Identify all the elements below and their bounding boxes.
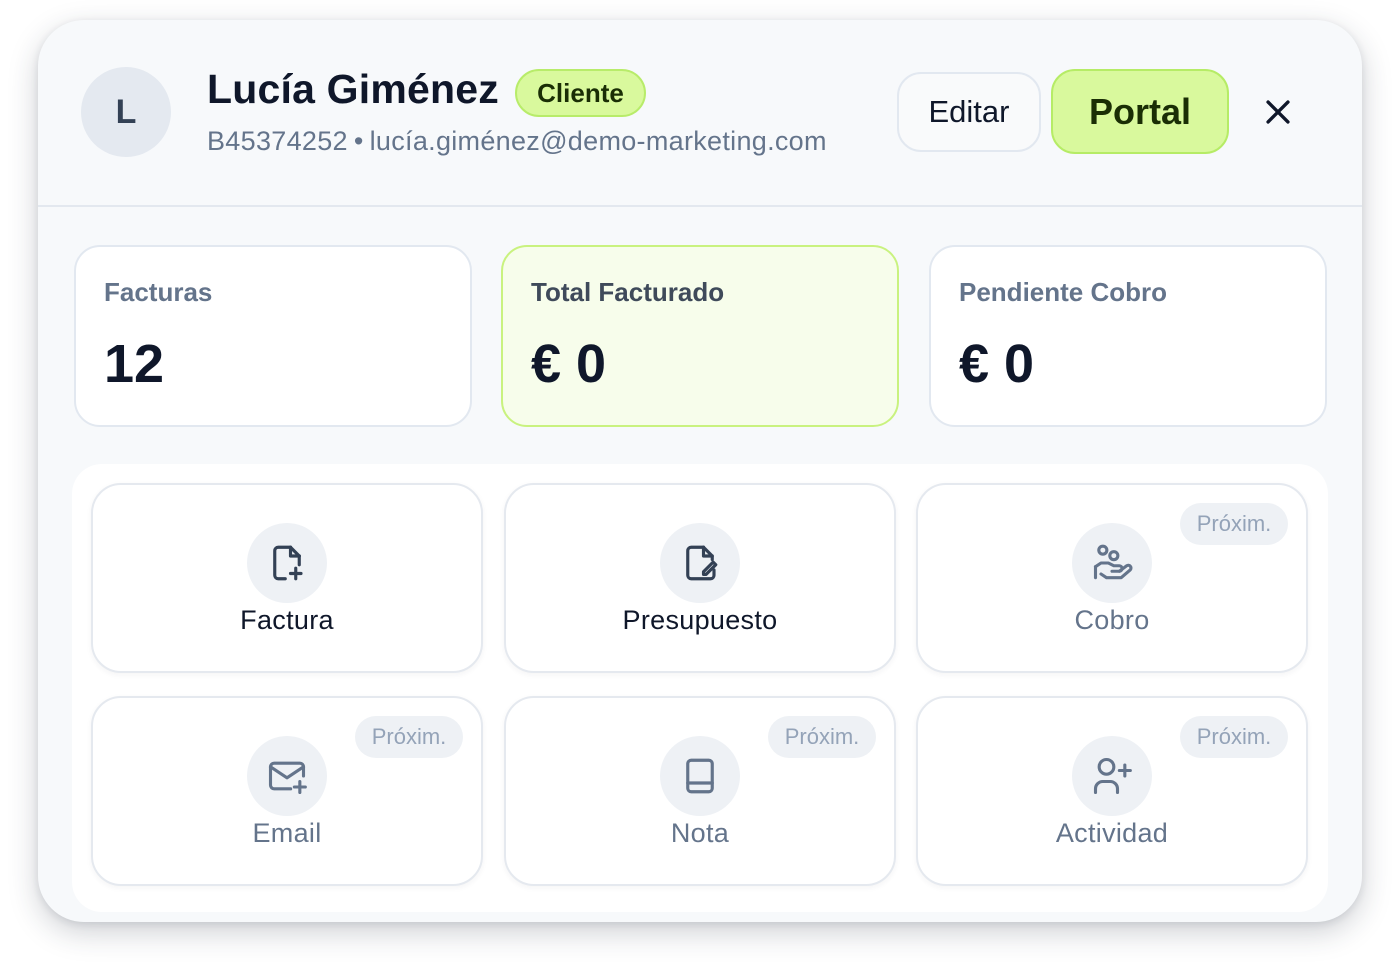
- action-tile-activity[interactable]: Próxim. Actividad: [916, 696, 1308, 886]
- contact-type-badge: Cliente: [515, 69, 646, 117]
- stat-card-total-invoiced: Total Facturado € 0: [501, 245, 899, 427]
- action-tile-payment[interactable]: Próxim. Cobro: [916, 483, 1308, 673]
- action-tile-quote[interactable]: Presupuesto: [504, 483, 896, 673]
- notebook-icon: [686, 758, 714, 794]
- stat-card-pending-collection: Pendiente Cobro € 0: [929, 245, 1327, 427]
- file-plus-icon: [273, 545, 303, 581]
- action-label: Factura: [240, 605, 334, 635]
- action-label: Nota: [670, 818, 730, 848]
- stat-value: 12: [104, 334, 165, 394]
- action-label: Email: [252, 818, 322, 848]
- edit-button[interactable]: Editar: [897, 72, 1041, 152]
- stat-value: € 0: [531, 334, 607, 394]
- action-label: Presupuesto: [622, 605, 778, 635]
- quick-actions-panel: Factura Presupuesto Próxim. Cobro Próxim…: [72, 464, 1328, 912]
- stat-label: Pendiente Cobro: [959, 277, 1168, 307]
- icon-circle: [1072, 736, 1152, 816]
- close-button[interactable]: [1256, 90, 1300, 134]
- stat-label: Total Facturado: [531, 277, 725, 307]
- action-tile-invoice[interactable]: Factura: [91, 483, 483, 673]
- user-plus-icon: [1093, 757, 1132, 795]
- icon-circle: [247, 736, 327, 816]
- action-label: Cobro: [1074, 605, 1150, 635]
- contact-name: Lucía Giménez: [207, 66, 499, 112]
- stat-label: Facturas: [104, 277, 213, 307]
- close-icon: [1266, 100, 1290, 124]
- action-tile-note[interactable]: Próxim. Nota: [504, 696, 896, 886]
- icon-circle: [247, 523, 327, 603]
- stat-card-invoices: Facturas 12: [74, 245, 472, 427]
- stat-value: € 0: [959, 334, 1035, 394]
- tax-id: B45374252: [207, 126, 348, 156]
- file-edit-icon: [686, 545, 718, 581]
- coming-soon-badge: Próxim.: [355, 716, 463, 758]
- icon-circle: [660, 523, 740, 603]
- avatar: L: [81, 67, 171, 157]
- coming-soon-badge: Próxim.: [768, 716, 876, 758]
- icon-circle: [660, 736, 740, 816]
- coming-soon-badge: Próxim.: [1180, 503, 1288, 545]
- icon-circle: [1072, 523, 1152, 603]
- mail-plus-icon: [268, 761, 307, 795]
- contact-subline: B45374252 • lucía.giménez@demo-marketing.c…: [207, 126, 827, 157]
- portal-button[interactable]: Portal: [1051, 69, 1229, 154]
- hand-coins-icon: [1093, 544, 1133, 580]
- contact-email: lucía.giménez@demo-marketing.com: [369, 126, 827, 156]
- coming-soon-badge: Próxim.: [1180, 716, 1288, 758]
- separator-dot: •: [353, 126, 364, 156]
- action-label: Actividad: [1055, 818, 1169, 848]
- action-tile-email[interactable]: Próxim. Email: [91, 696, 483, 886]
- contact-header: L Lucía Giménez Cliente B45374252 • lucía.…: [38, 20, 1362, 207]
- contact-detail-card: L Lucía Giménez Cliente B45374252 • lucía.…: [38, 20, 1362, 922]
